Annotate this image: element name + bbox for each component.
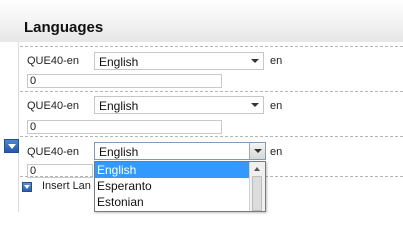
language-dropdown-list[interactable]: English Esperanto Estonian [94, 161, 266, 212]
language-code: en [270, 146, 283, 158]
scroll-thumb[interactable] [252, 176, 262, 211]
scroll-up-icon[interactable] [254, 167, 260, 171]
value-input-1[interactable]: 0 [27, 74, 222, 88]
row-label: QUE40-en [27, 146, 79, 158]
language-select-1[interactable]: English [94, 52, 264, 70]
dropdown-arrow-button[interactable] [249, 143, 265, 159]
language-select-3[interactable]: English [94, 142, 266, 160]
language-code: en [270, 100, 283, 112]
select-value: English [99, 145, 139, 159]
dropdown-scrollbar[interactable] [249, 162, 265, 211]
chevron-down-icon [251, 103, 259, 107]
insert-icon [22, 182, 32, 192]
language-code: en [270, 55, 283, 67]
select-value: English [99, 55, 139, 69]
language-row-2: QUE40-en English en 0 [0, 91, 403, 137]
row-label: QUE40-en [27, 100, 79, 112]
section-title: Languages [24, 19, 104, 36]
section-header: Languages [0, 0, 403, 42]
value-input-2[interactable]: 0 [27, 120, 222, 134]
chevron-down-icon [254, 149, 262, 153]
dropdown-option-estonian[interactable]: Estonian [95, 194, 251, 210]
chevron-down-icon [251, 59, 259, 63]
language-select-2[interactable]: English [94, 96, 264, 114]
language-row-1: QUE40-en English en 0 [0, 46, 403, 92]
insert-language-label: Insert Lan [42, 180, 91, 192]
row-label: QUE40-en [27, 55, 79, 67]
dropdown-option-esperanto[interactable]: Esperanto [95, 178, 251, 194]
dropdown-option-english[interactable]: English [95, 162, 251, 178]
select-value: English [99, 99, 139, 113]
